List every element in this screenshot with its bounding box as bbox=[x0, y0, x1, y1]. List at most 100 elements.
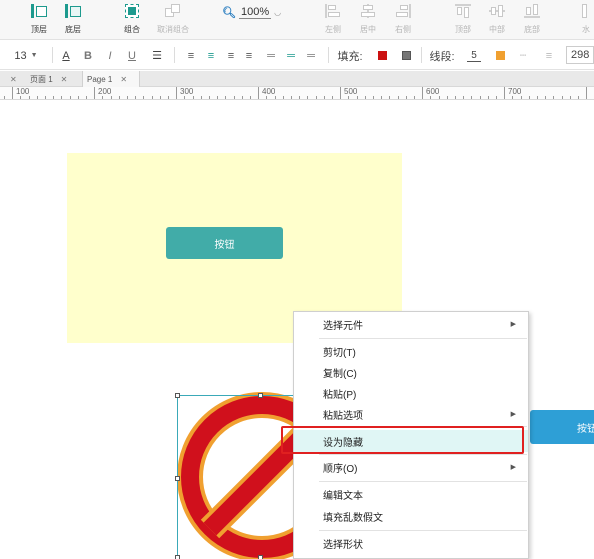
align-middle-icon bbox=[489, 4, 505, 18]
ruler-tick bbox=[12, 87, 13, 99]
ruler-tick bbox=[570, 96, 571, 99]
align-top-icon bbox=[455, 4, 471, 18]
bullet-list-button[interactable]: ☰ bbox=[148, 41, 166, 70]
distribute-label: 水 bbox=[582, 25, 590, 34]
align-center-button[interactable]: 居中 bbox=[357, 0, 379, 40]
blue-button-label: 按钮 bbox=[577, 423, 594, 435]
menu-item-paste-options[interactable]: 粘贴选项 ▶ bbox=[294, 404, 528, 424]
align-bottom-button[interactable]: 底部 bbox=[521, 0, 543, 40]
align-bottom-icon bbox=[524, 4, 540, 18]
ruler-tick bbox=[430, 96, 431, 99]
stroke-arrow-button[interactable]: ≡ bbox=[541, 41, 557, 70]
menu-item-paste[interactable]: 粘贴(P) bbox=[294, 383, 528, 403]
valign-top-button[interactable]: ═ bbox=[263, 41, 279, 70]
x-coordinate-input[interactable]: 298 bbox=[566, 46, 594, 64]
ruler-tick bbox=[61, 96, 62, 99]
bold-button[interactable]: B bbox=[80, 41, 96, 70]
zoom-value[interactable]: 100% bbox=[238, 6, 272, 19]
ruler-label: 200 bbox=[98, 87, 112, 96]
send-to-back-button[interactable]: 底层 bbox=[62, 0, 84, 40]
align-bottom-label: 底部 bbox=[524, 25, 540, 34]
teal-button-widget[interactable]: 按钮 bbox=[166, 227, 283, 259]
ruler-tick bbox=[242, 96, 243, 99]
align-left-button[interactable]: 左侧 bbox=[322, 0, 344, 40]
chevron-down-icon: ▼ bbox=[30, 52, 38, 59]
ruler-tick bbox=[184, 96, 185, 99]
ruler-tick bbox=[45, 96, 46, 99]
ungroup-button[interactable]: 取消组合 bbox=[156, 0, 190, 40]
ruler-tick bbox=[307, 96, 308, 99]
ungroup-icon bbox=[165, 4, 181, 18]
ruler-tick bbox=[348, 96, 349, 99]
align-top-button[interactable]: 顶部 bbox=[452, 0, 474, 40]
font-size-select[interactable]: 13 ▼ bbox=[6, 41, 46, 70]
text-justify-button[interactable]: ≡ bbox=[241, 41, 257, 70]
text-color-button[interactable]: A bbox=[58, 41, 74, 70]
menu-item-copy[interactable]: 复制(C) bbox=[294, 362, 528, 382]
tab-page-cn[interactable]: 页面 1 ✕ bbox=[26, 71, 80, 87]
tab-page-1[interactable]: Page 1 ✕ bbox=[82, 71, 140, 87]
x-coordinate-value[interactable]: 298 bbox=[571, 49, 589, 61]
ruler-tick bbox=[373, 96, 374, 99]
ruler-tick bbox=[316, 96, 317, 99]
menu-item-select-widget[interactable]: 选择元件 ▶ bbox=[294, 314, 528, 334]
resize-handle[interactable] bbox=[175, 476, 180, 481]
ruler-tick bbox=[471, 96, 472, 99]
resize-handle[interactable] bbox=[258, 393, 263, 398]
magnifier-icon: 🔍︎ bbox=[222, 6, 236, 19]
align-right-button[interactable]: 右侧 bbox=[392, 0, 414, 40]
ruler-tick bbox=[152, 96, 153, 99]
text-color-icon: A bbox=[62, 49, 70, 62]
resize-handle[interactable] bbox=[175, 393, 180, 398]
italic-button[interactable]: I bbox=[102, 41, 118, 70]
align-right-label: 右侧 bbox=[395, 25, 411, 34]
text-align-center-button[interactable]: ≡ bbox=[203, 41, 219, 70]
close-icon[interactable]: ✕ bbox=[120, 75, 127, 84]
ruler-tick bbox=[521, 96, 522, 99]
menu-item-fill-lorem[interactable]: 填充乱数假文 bbox=[294, 506, 528, 526]
tab-close-previous[interactable]: ✕ bbox=[0, 71, 24, 87]
ruler-tick bbox=[406, 96, 407, 99]
menu-item-order[interactable]: 顺序(O) ▶ bbox=[294, 457, 528, 477]
group-icon bbox=[124, 4, 140, 18]
shadow-icon bbox=[401, 51, 411, 60]
horizontal-ruler[interactable]: 100 200 300 400 500 600 700 bbox=[0, 87, 594, 100]
text-align-left-button[interactable]: ≡ bbox=[183, 41, 199, 70]
chevron-right-icon: ▶ bbox=[510, 321, 516, 328]
text-align-right-button[interactable]: ≡ bbox=[223, 41, 239, 70]
ruler-tick bbox=[553, 96, 554, 99]
send-to-back-label: 底层 bbox=[65, 25, 81, 34]
stroke-color-swatch[interactable] bbox=[494, 41, 506, 70]
bring-to-front-button[interactable]: 顶层 bbox=[28, 0, 50, 40]
resize-handle[interactable] bbox=[258, 555, 263, 559]
zoom-control[interactable]: 🔍︎ 100% ◡ bbox=[222, 5, 281, 19]
stroke-width-value[interactable]: 5 bbox=[467, 50, 481, 62]
close-icon[interactable]: ✕ bbox=[61, 75, 68, 84]
close-icon[interactable]: ✕ bbox=[10, 75, 17, 84]
ruler-tick bbox=[234, 96, 235, 99]
ruler-tick bbox=[94, 87, 95, 99]
fill-color-swatch[interactable] bbox=[375, 41, 389, 70]
stroke-width-input[interactable]: 5 bbox=[462, 41, 486, 70]
resize-handle[interactable] bbox=[175, 555, 180, 559]
menu-divider bbox=[319, 454, 527, 455]
ruler-tick bbox=[537, 96, 538, 99]
underline-button[interactable]: U bbox=[124, 41, 140, 70]
ruler-tick bbox=[250, 96, 251, 99]
valign-middle-button[interactable]: ═ bbox=[283, 41, 299, 70]
group-button[interactable]: 组合 bbox=[121, 0, 143, 40]
distribute-button[interactable]: 水 bbox=[578, 0, 594, 40]
text-align-left-icon: ≡ bbox=[187, 49, 195, 62]
menu-item-cut[interactable]: 剪切(T) bbox=[294, 341, 528, 361]
align-middle-button[interactable]: 中部 bbox=[486, 0, 508, 40]
valign-bottom-button[interactable]: ═ bbox=[303, 41, 319, 70]
stroke-style-button[interactable]: ┄ bbox=[515, 41, 531, 70]
zoom-dropdown-icon[interactable]: ◡ bbox=[274, 8, 281, 17]
menu-item-select-shape[interactable]: 选择形状 bbox=[294, 533, 528, 553]
italic-icon: I bbox=[108, 49, 112, 62]
ruler-tick bbox=[562, 96, 563, 99]
blue-button-widget[interactable]: 按钮 bbox=[530, 410, 594, 444]
ruler-tick bbox=[291, 96, 292, 99]
fill-shadow-button[interactable] bbox=[399, 41, 413, 70]
menu-item-edit-text[interactable]: 编辑文本 bbox=[294, 484, 528, 504]
